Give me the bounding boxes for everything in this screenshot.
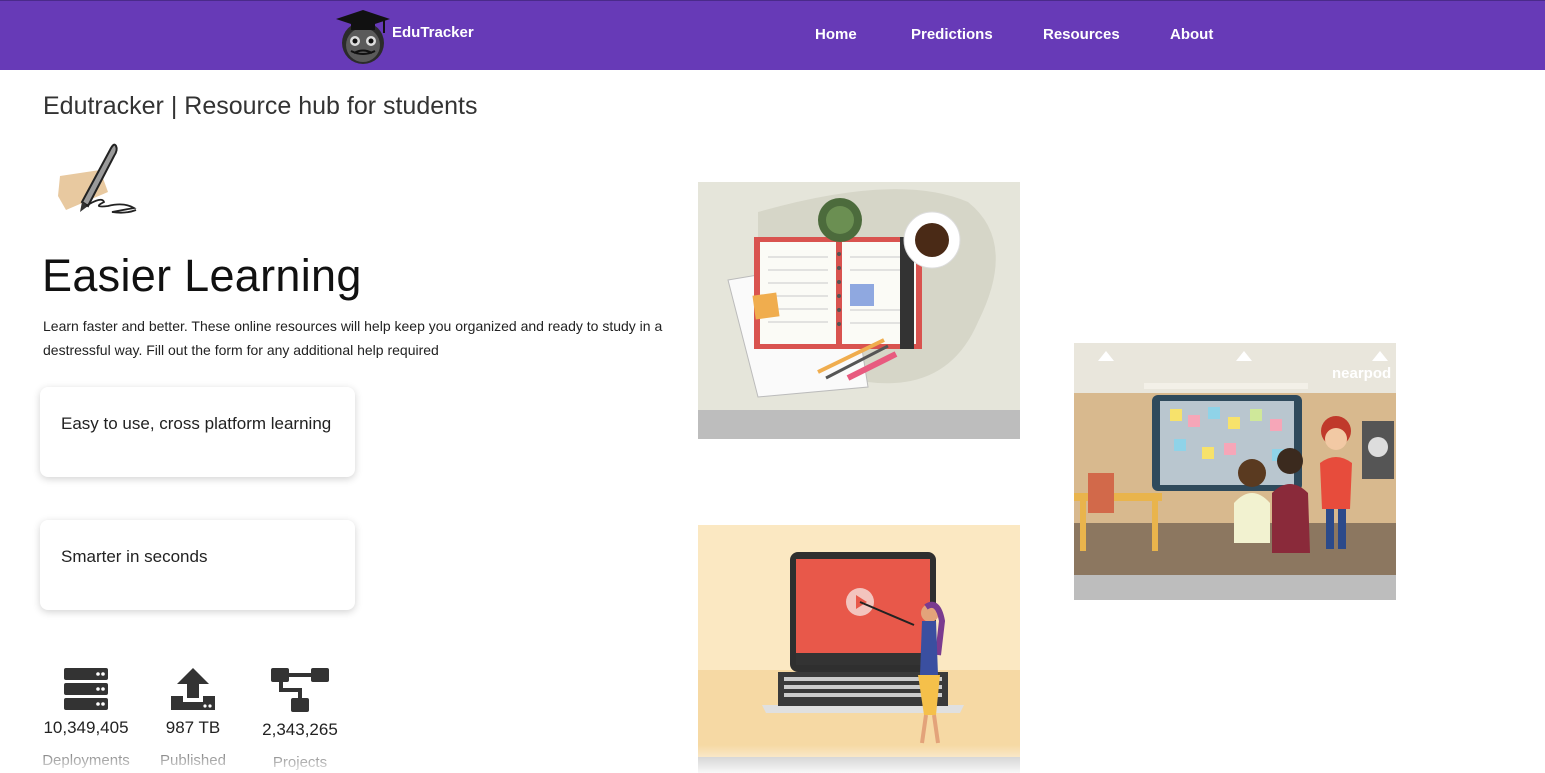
upload-icon [171,668,215,710]
hero-title: Easier Learning [42,250,362,301]
pen-writing-icon [58,143,137,214]
nearpod-logo: nearpod [1332,365,1392,382]
feature-card-smarter[interactable]: Smarter in seconds [40,520,355,610]
notebook-desk-illustration [698,182,1020,439]
brand-name: EduTracker [392,23,474,41]
stat-value: 10,349,405 [43,718,129,737]
stat-deployments: 10,349,405 Deployments [40,666,132,769]
nav-predictions[interactable]: Predictions [911,26,993,43]
brand-link[interactable]: EduTracker [334,7,474,65]
nav-about[interactable]: About [1170,26,1213,43]
video-lesson-illustration [698,525,1020,773]
stat-value: 987 TB [165,718,221,737]
resource-image-classroom[interactable]: nearpod [1074,343,1396,600]
stat-published: 987 TB Published [152,666,234,769]
resource-image-video[interactable] [698,525,1020,773]
graduate-owl-logo [336,10,390,64]
page-title: Edutracker | Resource hub for students [43,92,478,120]
navbar: EduTracker Home Predictions Resources Ab… [0,0,1545,70]
stat-label: Projects [272,754,328,771]
nav-home[interactable]: Home [815,26,857,43]
stat-value: 2,343,265 [262,720,338,739]
feature-card-label: Smarter in seconds [61,547,208,566]
nav-resources[interactable]: Resources [1043,26,1120,43]
server-icon [64,668,108,710]
stat-label: Published [160,752,226,769]
hero-description: Learn faster and better. These online re… [43,318,663,358]
feature-card-cross-platform[interactable]: Easy to use, cross platform learning [40,387,355,477]
resource-image-notebook[interactable] [698,182,1020,439]
stat-projects: 2,343,265 Projects [258,666,342,771]
stat-label: Deployments [42,752,130,769]
sitemap-icon [271,668,329,712]
feature-card-label: Easy to use, cross platform learning [61,414,332,433]
